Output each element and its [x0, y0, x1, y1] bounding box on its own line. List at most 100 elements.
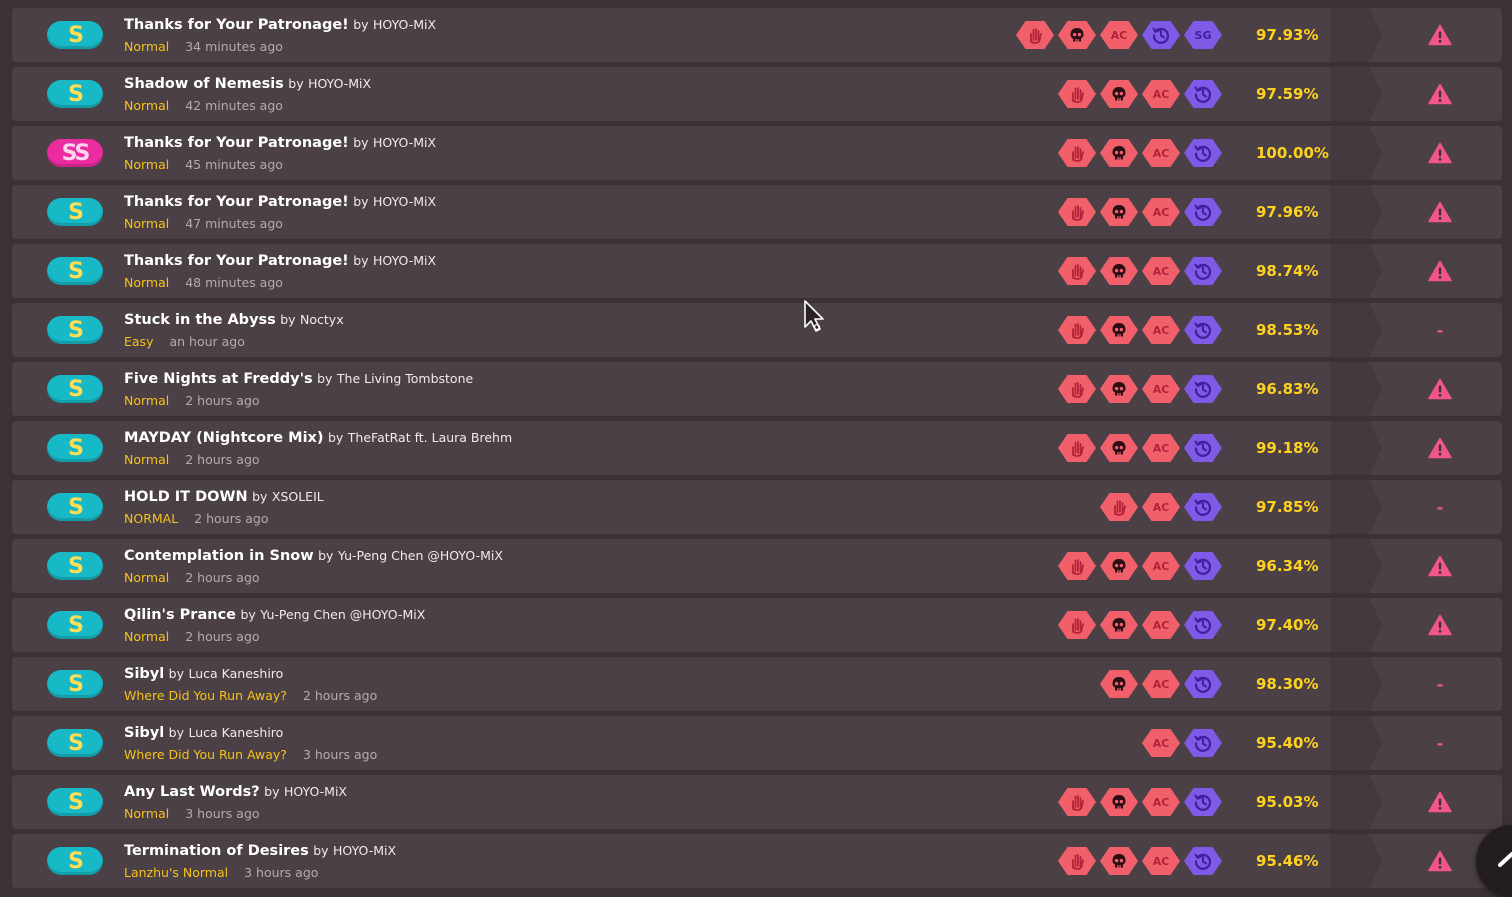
- hand-icon[interactable]: [1058, 316, 1096, 344]
- song-title[interactable]: Qilin's Prance: [124, 607, 236, 623]
- song-title[interactable]: Sibyl: [124, 725, 164, 741]
- warning-icon[interactable]: [1424, 81, 1456, 107]
- skull-icon[interactable]: [1100, 552, 1138, 580]
- ac-badge[interactable]: AC: [1142, 80, 1180, 108]
- warning-icon[interactable]: [1424, 435, 1456, 461]
- warning-icon[interactable]: [1424, 258, 1456, 284]
- warning-icon[interactable]: [1424, 848, 1456, 874]
- song-title[interactable]: Thanks for Your Patronage!: [124, 194, 349, 210]
- history-icon[interactable]: [1184, 375, 1222, 403]
- ac-badge[interactable]: AC: [1142, 257, 1180, 285]
- skull-icon[interactable]: [1100, 257, 1138, 285]
- skull-icon[interactable]: [1100, 375, 1138, 403]
- history-icon[interactable]: [1184, 316, 1222, 344]
- ac-badge[interactable]: AC: [1142, 729, 1180, 757]
- warning-icon[interactable]: [1424, 199, 1456, 225]
- hand-icon[interactable]: [1058, 80, 1096, 108]
- skull-icon[interactable]: [1100, 316, 1138, 344]
- skull-icon[interactable]: [1100, 670, 1138, 698]
- ac-badge[interactable]: AC: [1142, 198, 1180, 226]
- song-title[interactable]: Contemplation in Snow: [124, 548, 314, 564]
- ac-badge[interactable]: AC: [1142, 375, 1180, 403]
- hand-icon[interactable]: [1058, 375, 1096, 403]
- hand-icon[interactable]: [1058, 788, 1096, 816]
- history-icon[interactable]: [1184, 611, 1222, 639]
- hand-icon[interactable]: [1058, 198, 1096, 226]
- ac-badge[interactable]: AC: [1142, 670, 1180, 698]
- ac-badge[interactable]: AC: [1142, 788, 1180, 816]
- score-row[interactable]: S Thanks for Your Patronage! by HOYO-MiX N…: [12, 185, 1502, 239]
- score-row[interactable]: S Thanks for Your Patronage! by HOYO-MiX N…: [12, 244, 1502, 298]
- song-title[interactable]: Shadow of Nemesis: [124, 76, 284, 92]
- rank-badge: S: [47, 257, 103, 285]
- song-title-line: Thanks for Your Patronage! by HOYO-MiX: [124, 253, 436, 269]
- warning-icon[interactable]: [1424, 22, 1456, 48]
- warning-icon[interactable]: [1424, 612, 1456, 638]
- score-row[interactable]: S Sibyl by Luca Kaneshiro Where Did You Ru…: [12, 657, 1502, 711]
- song-title[interactable]: Any Last Words?: [124, 784, 260, 800]
- sg-badge[interactable]: SG: [1184, 21, 1222, 49]
- warning-icon[interactable]: [1424, 140, 1456, 166]
- score-row[interactable]: SS Thanks for Your Patronage! by HOYO-MiX…: [12, 126, 1502, 180]
- history-icon[interactable]: [1142, 21, 1180, 49]
- ac-badge[interactable]: AC: [1142, 434, 1180, 462]
- history-icon[interactable]: [1184, 729, 1222, 757]
- history-icon[interactable]: [1184, 552, 1222, 580]
- history-icon[interactable]: [1184, 257, 1222, 285]
- song-title[interactable]: MAYDAY (Nightcore Mix): [124, 430, 324, 446]
- hand-icon[interactable]: [1058, 139, 1096, 167]
- hand-icon[interactable]: [1058, 847, 1096, 875]
- score-row[interactable]: S Sibyl by Luca Kaneshiro Where Did You Ru…: [12, 716, 1502, 770]
- score-row[interactable]: S Five Nights at Freddy's by The Living T…: [12, 362, 1502, 416]
- history-icon[interactable]: [1184, 434, 1222, 462]
- score-row[interactable]: S HOLD IT DOWN by XSOLEIL NORMAL 2 hours ag…: [12, 480, 1502, 534]
- history-icon[interactable]: [1184, 80, 1222, 108]
- ac-badge[interactable]: AC: [1142, 493, 1180, 521]
- skull-icon[interactable]: [1100, 788, 1138, 816]
- history-icon[interactable]: [1184, 847, 1222, 875]
- score-row[interactable]: S Termination of Desires by HOYO-MiX Lanzh…: [12, 834, 1502, 888]
- skull-icon[interactable]: [1100, 80, 1138, 108]
- hand-icon[interactable]: [1058, 257, 1096, 285]
- skull-icon[interactable]: [1100, 847, 1138, 875]
- score-row[interactable]: S Stuck in the Abyss by Noctyx Easy an hour…: [12, 303, 1502, 357]
- hand-icon[interactable]: [1058, 552, 1096, 580]
- song-title[interactable]: Termination of Desires: [124, 843, 309, 859]
- song-title[interactable]: HOLD IT DOWN: [124, 489, 248, 505]
- history-icon[interactable]: [1184, 670, 1222, 698]
- song-title[interactable]: Five Nights at Freddy's: [124, 371, 313, 387]
- warning-icon[interactable]: [1424, 553, 1456, 579]
- skull-icon[interactable]: [1058, 21, 1096, 49]
- song-title[interactable]: Thanks for Your Patronage!: [124, 253, 349, 269]
- history-icon[interactable]: [1184, 198, 1222, 226]
- score-row[interactable]: S MAYDAY (Nightcore Mix) by TheFatRat ft.…: [12, 421, 1502, 475]
- score-row[interactable]: S Any Last Words? by HOYO-MiX Normal 3 hour…: [12, 775, 1502, 829]
- score-row[interactable]: S Shadow of Nemesis by HOYO-MiX Normal 42 m…: [12, 67, 1502, 121]
- skull-icon[interactable]: [1100, 198, 1138, 226]
- ac-badge[interactable]: AC: [1100, 21, 1138, 49]
- ac-badge[interactable]: AC: [1142, 139, 1180, 167]
- score-row[interactable]: S Thanks for Your Patronage! by HOYO-MiX N…: [12, 8, 1502, 62]
- ac-badge[interactable]: AC: [1142, 552, 1180, 580]
- hand-icon[interactable]: [1058, 434, 1096, 462]
- score-row[interactable]: S Contemplation in Snow by Yu-Peng Chen @…: [12, 539, 1502, 593]
- ac-badge[interactable]: AC: [1142, 611, 1180, 639]
- history-icon[interactable]: [1184, 139, 1222, 167]
- score-row[interactable]: S Qilin's Prance by Yu-Peng Chen @HOYO-Mi…: [12, 598, 1502, 652]
- warning-icon[interactable]: [1424, 789, 1456, 815]
- history-icon[interactable]: [1184, 493, 1222, 521]
- skull-icon[interactable]: [1100, 139, 1138, 167]
- ac-badge[interactable]: AC: [1142, 316, 1180, 344]
- hand-icon[interactable]: [1016, 21, 1054, 49]
- ac-badge[interactable]: AC: [1142, 847, 1180, 875]
- history-icon[interactable]: [1184, 788, 1222, 816]
- song-title[interactable]: Thanks for Your Patronage!: [124, 17, 349, 33]
- song-title[interactable]: Sibyl: [124, 666, 164, 682]
- skull-icon[interactable]: [1100, 434, 1138, 462]
- skull-icon[interactable]: [1100, 611, 1138, 639]
- warning-icon[interactable]: [1424, 376, 1456, 402]
- hand-icon[interactable]: [1058, 611, 1096, 639]
- song-title[interactable]: Stuck in the Abyss: [124, 312, 276, 328]
- song-title[interactable]: Thanks for Your Patronage!: [124, 135, 349, 151]
- hand-icon[interactable]: [1100, 493, 1138, 521]
